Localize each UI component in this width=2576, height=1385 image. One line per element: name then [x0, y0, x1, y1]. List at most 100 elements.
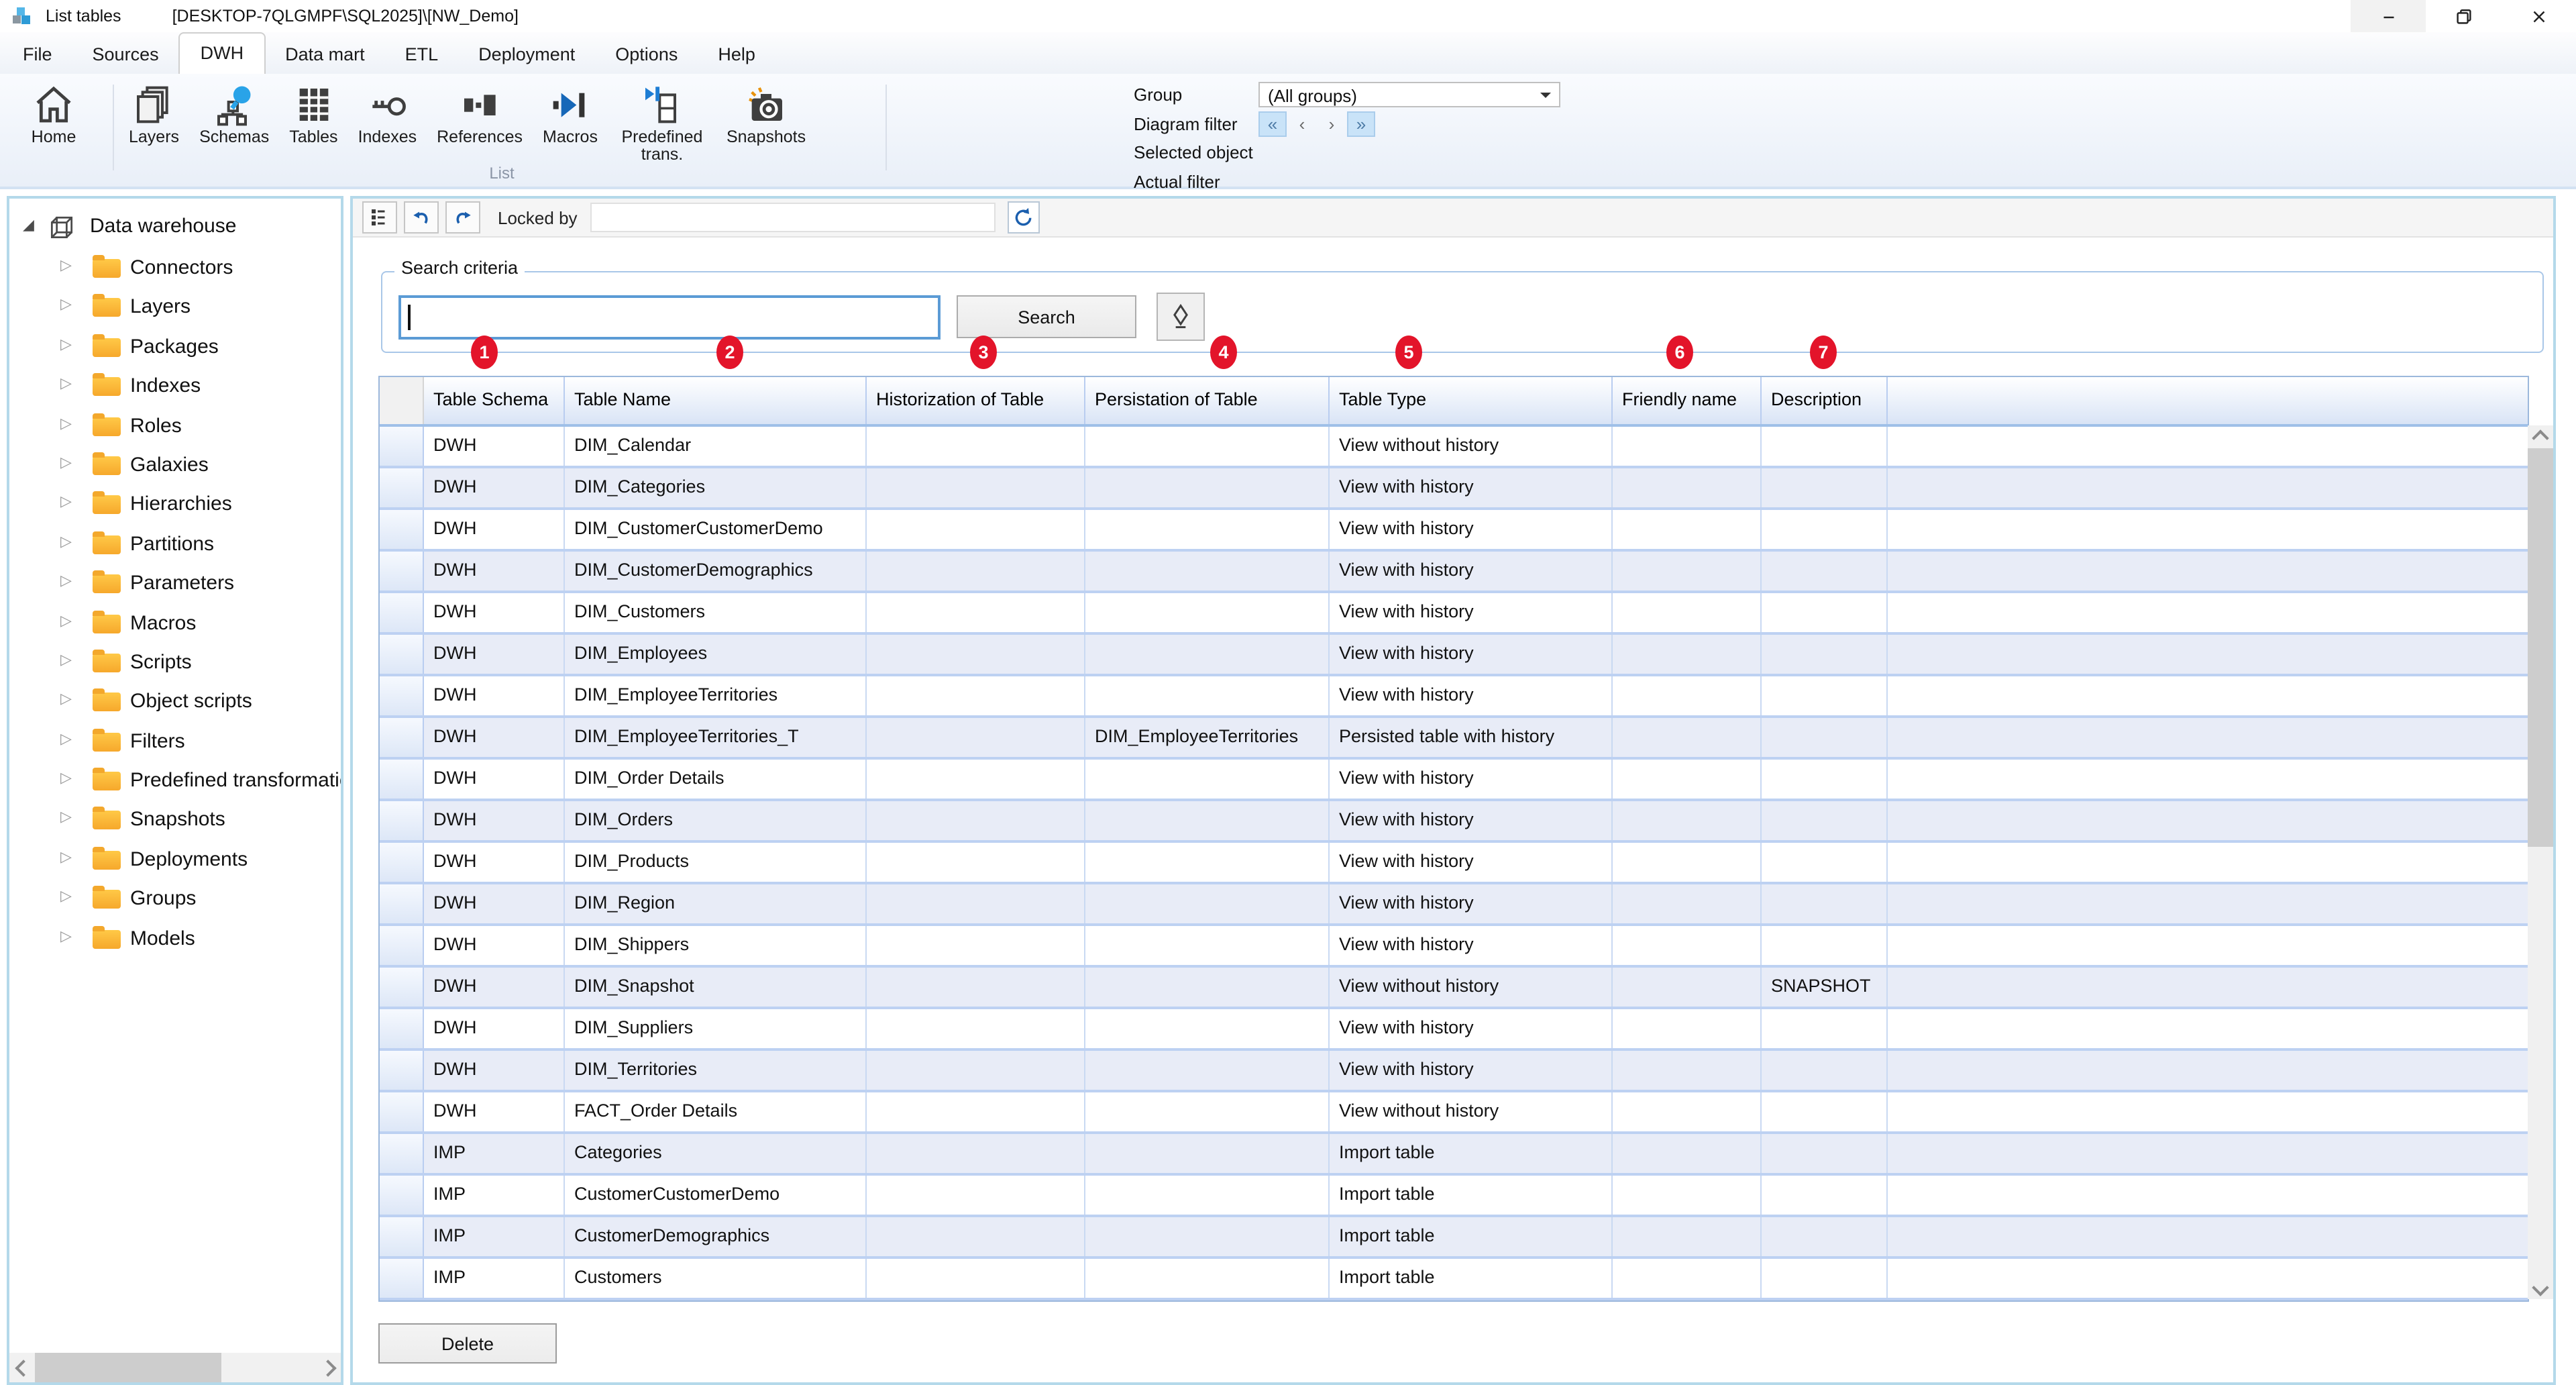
table-row[interactable]: DWHDIM_SnapshotView without historySNAPS…: [380, 968, 2528, 1009]
row-selector[interactable]: [380, 843, 424, 882]
scroll-left-button[interactable]: [9, 1353, 36, 1382]
ribbon-home-button[interactable]: Home: [13, 83, 94, 146]
table-row[interactable]: IMPCustomersImport table: [380, 1259, 2528, 1300]
column-header-description[interactable]: Description: [1762, 377, 1888, 424]
expander-collapsed-icon[interactable]: ▷: [60, 572, 72, 589]
row-selector[interactable]: [380, 593, 424, 632]
tree-item-predefined-transformations[interactable]: ▷Predefined transformations: [9, 761, 341, 801]
diagram-filter-next-button[interactable]: ›: [1318, 111, 1346, 136]
tree-item-indexes[interactable]: ▷Indexes: [9, 366, 341, 406]
menu-tab-data-mart[interactable]: Data mart: [265, 36, 385, 74]
ribbon-button-references[interactable]: References: [437, 83, 523, 146]
tree-item-layers[interactable]: ▷Layers: [9, 288, 341, 327]
refresh-button[interactable]: [1008, 201, 1040, 234]
table-row[interactable]: DWHDIM_ShippersView with history: [380, 926, 2528, 968]
expander-expanded-icon[interactable]: ◢: [23, 216, 34, 234]
expander-collapsed-icon[interactable]: ▷: [60, 611, 72, 629]
tree-item-models[interactable]: ▷Models: [9, 919, 341, 958]
expander-collapsed-icon[interactable]: ▷: [60, 296, 72, 313]
table-row[interactable]: DWHDIM_OrdersView with history: [380, 801, 2528, 843]
row-selector[interactable]: [380, 926, 424, 965]
ribbon-button-predefined-trans-[interactable]: Predefined trans.: [618, 83, 706, 164]
scrollbar-thumb[interactable]: [35, 1353, 221, 1382]
search-button[interactable]: Search: [957, 295, 1136, 338]
table-row[interactable]: DWHDIM_EmployeeTerritories_TDIM_Employee…: [380, 718, 2528, 760]
expander-collapsed-icon[interactable]: ▷: [60, 414, 72, 431]
row-selector[interactable]: [380, 1217, 424, 1256]
row-selector[interactable]: [380, 884, 424, 923]
ribbon-button-indexes[interactable]: Indexes: [358, 83, 417, 146]
tree-horizontal-scrollbar[interactable]: [9, 1353, 341, 1382]
tree-item-roles[interactable]: ▷Roles: [9, 406, 341, 446]
row-selector[interactable]: [380, 968, 424, 1007]
row-selector[interactable]: [380, 1134, 424, 1173]
table-row[interactable]: DWHDIM_RegionView with history: [380, 884, 2528, 926]
tree-item-parameters[interactable]: ▷Parameters: [9, 564, 341, 603]
table-row[interactable]: IMPCustomerDemographicsImport table: [380, 1217, 2528, 1259]
grid-vertical-scrollbar[interactable]: [2528, 425, 2553, 1299]
row-selector[interactable]: [380, 510, 424, 549]
table-row[interactable]: DWHDIM_SuppliersView with history: [380, 1009, 2528, 1051]
row-selector[interactable]: [380, 1092, 424, 1131]
list-options-button[interactable]: [362, 201, 397, 234]
clear-search-button[interactable]: [1157, 293, 1205, 341]
row-selector[interactable]: [380, 635, 424, 674]
ribbon-button-tables[interactable]: Tables: [289, 83, 337, 146]
expander-collapsed-icon[interactable]: ▷: [60, 809, 72, 826]
expander-collapsed-icon[interactable]: ▷: [60, 848, 72, 866]
tree-item-connectors[interactable]: ▷Connectors: [9, 248, 341, 288]
expander-collapsed-icon[interactable]: ▷: [60, 927, 72, 944]
expander-collapsed-icon[interactable]: ▷: [60, 888, 72, 905]
scroll-right-button[interactable]: [314, 1353, 341, 1382]
expander-collapsed-icon[interactable]: ▷: [60, 336, 72, 353]
scrollbar-thumb[interactable]: [2528, 448, 2553, 847]
close-button[interactable]: [2501, 0, 2576, 32]
redo-button[interactable]: [445, 201, 480, 234]
tree-item-snapshots[interactable]: ▷Snapshots: [9, 801, 341, 840]
row-selector[interactable]: [380, 427, 424, 466]
row-selector[interactable]: [380, 760, 424, 799]
menu-tab-dwh[interactable]: DWH: [179, 32, 266, 74]
tree-item-object-scripts[interactable]: ▷Object scripts: [9, 682, 341, 722]
menu-tab-deployment[interactable]: Deployment: [458, 36, 595, 74]
menu-tab-options[interactable]: Options: [595, 36, 698, 74]
expander-collapsed-icon[interactable]: ▷: [60, 374, 72, 392]
column-header-persistation-of-table[interactable]: Persistation of Table: [1085, 377, 1330, 424]
row-selector[interactable]: [380, 718, 424, 757]
table-row[interactable]: DWHDIM_Order DetailsView with history: [380, 760, 2528, 801]
tree-item-macros[interactable]: ▷Macros: [9, 603, 341, 643]
ribbon-button-snapshots[interactable]: Snapshots: [727, 83, 806, 146]
table-row[interactable]: DWHFACT_Order DetailsView without histor…: [380, 1092, 2528, 1134]
expander-collapsed-icon[interactable]: ▷: [60, 690, 72, 708]
undo-button[interactable]: [404, 201, 439, 234]
table-row[interactable]: DWHDIM_CalendarView without history: [380, 427, 2528, 468]
tree-item-packages[interactable]: ▷Packages: [9, 327, 341, 367]
row-selector[interactable]: [380, 676, 424, 715]
minimize-button[interactable]: [2351, 0, 2426, 32]
row-selector[interactable]: [380, 801, 424, 840]
column-header-friendly-name[interactable]: Friendly name: [1613, 377, 1762, 424]
table-row[interactable]: IMPCategoriesImport table: [380, 1134, 2528, 1176]
expander-collapsed-icon[interactable]: ▷: [60, 493, 72, 511]
column-header-table-schema[interactable]: Table Schema: [424, 377, 565, 424]
menu-tab-sources[interactable]: Sources: [72, 36, 179, 74]
tree-item-groups[interactable]: ▷Groups: [9, 880, 341, 919]
scroll-up-button[interactable]: [2528, 425, 2553, 450]
row-selector[interactable]: [380, 468, 424, 507]
column-header-table-name[interactable]: Table Name: [565, 377, 867, 424]
table-row[interactable]: DWHDIM_TerritoriesView with history: [380, 1051, 2528, 1092]
table-row[interactable]: DWHDIM_CustomerCustomerDemoView with his…: [380, 510, 2528, 552]
row-selector[interactable]: [380, 1009, 424, 1048]
ribbon-button-schemas[interactable]: Schemas: [199, 83, 269, 146]
table-row[interactable]: DWHDIM_CustomersView with history: [380, 593, 2528, 635]
column-header-table-type[interactable]: Table Type: [1330, 377, 1613, 424]
row-selector[interactable]: [380, 552, 424, 591]
expander-collapsed-icon[interactable]: ▷: [60, 532, 72, 550]
diagram-filter-first-button[interactable]: «: [1258, 111, 1287, 136]
restore-button[interactable]: [2426, 0, 2501, 32]
table-row[interactable]: IMPCustomerCustomerDemoImport table: [380, 1176, 2528, 1217]
tree-item-hierarchies[interactable]: ▷Hierarchies: [9, 485, 341, 525]
tree-root-data-warehouse[interactable]: ◢ Data warehouse: [9, 208, 341, 248]
ribbon-button-macros[interactable]: Macros: [543, 83, 598, 146]
expander-collapsed-icon[interactable]: ▷: [60, 454, 72, 471]
